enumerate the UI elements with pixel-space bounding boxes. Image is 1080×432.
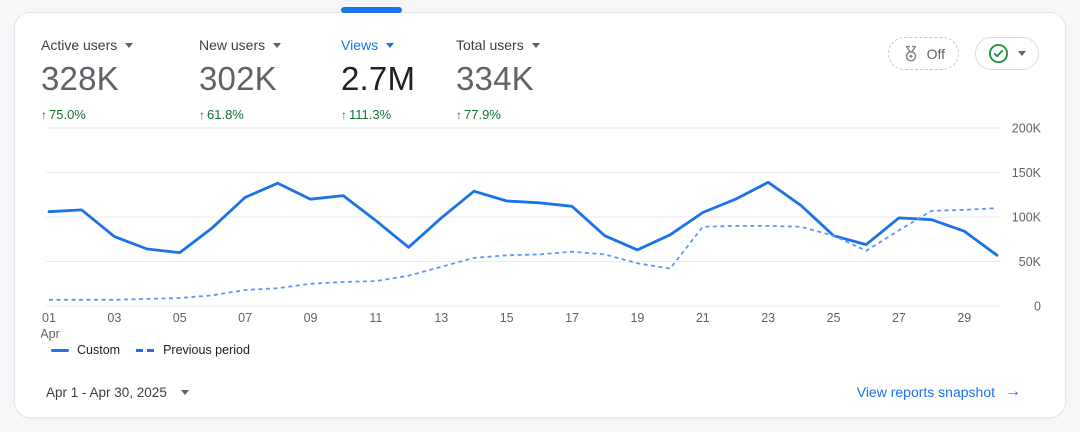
svg-text:0: 0 xyxy=(1034,300,1041,314)
svg-text:200K: 200K xyxy=(1012,122,1042,136)
arrow-right-icon: → xyxy=(1005,383,1021,401)
svg-text:11: 11 xyxy=(369,311,382,325)
svg-text:17: 17 xyxy=(565,311,579,325)
legend-label: Previous period xyxy=(163,343,250,357)
svg-text:29: 29 xyxy=(957,311,971,325)
svg-text:Apr: Apr xyxy=(41,327,60,341)
metric-value: 302K xyxy=(199,60,281,98)
metric-label: Active users xyxy=(41,37,117,53)
svg-text:07: 07 xyxy=(238,311,252,325)
card-footer: Apr 1 - Apr 30, 2025 View reports snapsh… xyxy=(46,383,1021,401)
svg-text:100K: 100K xyxy=(1012,211,1042,225)
snapshot-link-label: View reports snapshot xyxy=(857,384,995,400)
metric-value: 334K xyxy=(456,60,540,98)
chevron-down-icon xyxy=(386,43,394,48)
date-range-label: Apr 1 - Apr 30, 2025 xyxy=(46,385,167,400)
svg-text:05: 05 xyxy=(173,311,187,325)
line-chart-svg: 200K 150K 100K 50K 0 01 Apr 03 05 07 09 11 13 15 17 19 2… xyxy=(41,116,1046,344)
svg-text:50K: 50K xyxy=(1019,255,1042,269)
metric-value: 2.7M xyxy=(341,60,415,98)
svg-text:03: 03 xyxy=(107,311,121,325)
dashed-line-swatch xyxy=(136,349,155,352)
svg-text:19: 19 xyxy=(630,311,644,325)
svg-text:09: 09 xyxy=(304,311,318,325)
metric-tab-views[interactable]: Views 2.7M ↑111.3% xyxy=(341,37,415,122)
anomaly-detection-toggle[interactable]: Off xyxy=(888,37,959,70)
chevron-down-icon xyxy=(181,390,189,395)
chevron-down-icon xyxy=(273,43,281,48)
legend-item-custom: Custom xyxy=(51,343,120,357)
header-controls: Off xyxy=(888,37,1039,70)
svg-text:01: 01 xyxy=(42,311,56,325)
metric-label: Total users xyxy=(456,37,524,53)
chevron-down-icon xyxy=(125,43,133,48)
medal-icon xyxy=(902,45,920,63)
legend-label: Custom xyxy=(77,343,120,357)
svg-text:13: 13 xyxy=(434,311,448,325)
time-series-chart[interactable]: 200K 150K 100K 50K 0 01 Apr 03 05 07 09 11 13 15 17 19 2… xyxy=(41,116,1046,344)
metric-label: Views xyxy=(341,37,378,53)
overview-card: Active users 328K ↑75.0% New users 302K … xyxy=(14,12,1066,418)
metric-tab-active-users[interactable]: Active users 328K ↑75.0% xyxy=(41,37,133,122)
chevron-down-icon xyxy=(1018,51,1026,56)
metric-label: New users xyxy=(199,37,265,53)
solid-line-swatch xyxy=(51,349,69,352)
metric-tab-total-users[interactable]: Total users 334K ↑77.9% xyxy=(456,37,540,122)
chart-legend: Custom Previous period xyxy=(51,343,256,357)
svg-text:23: 23 xyxy=(761,311,775,325)
svg-text:21: 21 xyxy=(696,311,710,325)
svg-text:150K: 150K xyxy=(1012,166,1042,180)
svg-text:15: 15 xyxy=(500,311,514,325)
data-quality-menu[interactable] xyxy=(975,37,1039,70)
metric-value: 328K xyxy=(41,60,133,98)
view-reports-snapshot-link[interactable]: View reports snapshot → xyxy=(857,383,1021,401)
date-range-selector[interactable]: Apr 1 - Apr 30, 2025 xyxy=(46,385,189,400)
svg-text:25: 25 xyxy=(827,311,841,325)
chevron-down-icon xyxy=(532,43,540,48)
selected-metric-indicator xyxy=(341,7,402,13)
check-circle-icon xyxy=(988,43,1009,64)
anomaly-toggle-label: Off xyxy=(927,46,945,62)
svg-text:27: 27 xyxy=(892,311,906,325)
legend-item-previous-period: Previous period xyxy=(136,343,250,357)
metric-tab-new-users[interactable]: New users 302K ↑61.8% xyxy=(199,37,281,122)
